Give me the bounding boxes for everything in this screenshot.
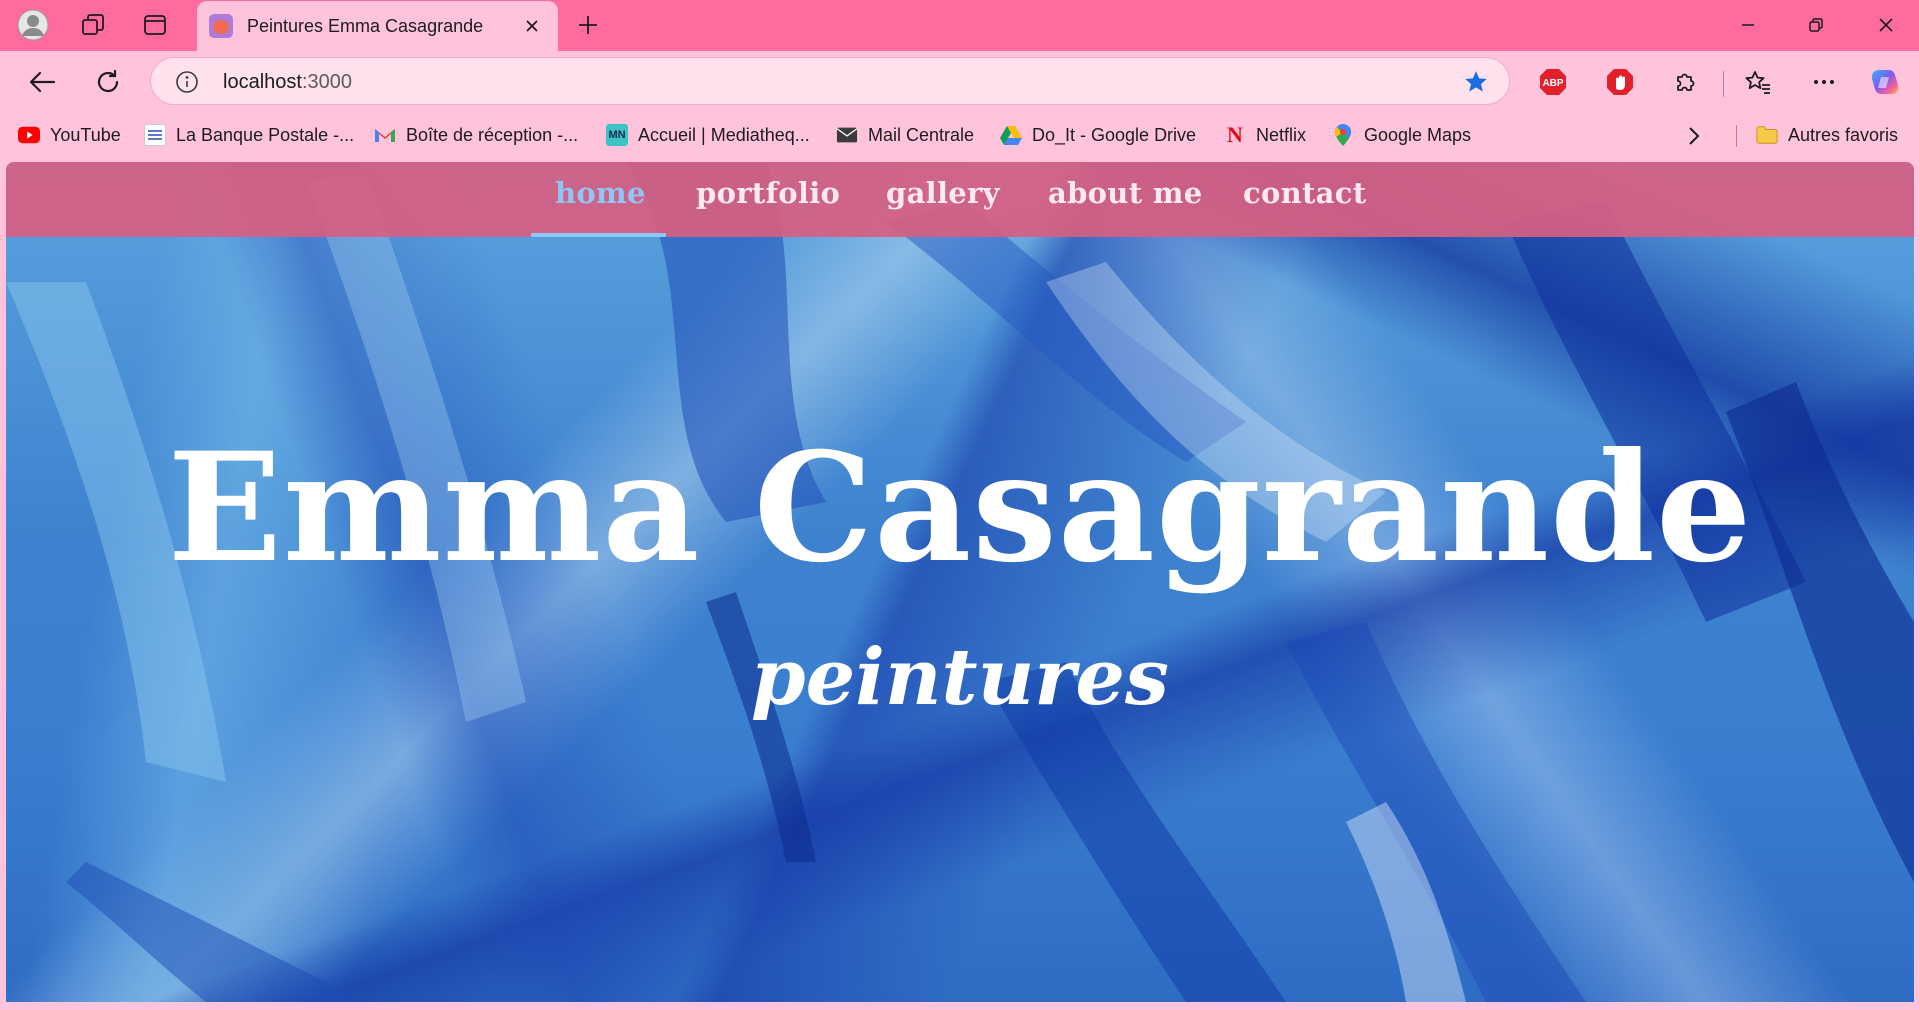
bookmark-mail-centrale[interactable]: Mail Centrale (836, 121, 974, 149)
vertical-tabs-icon[interactable] (138, 8, 172, 42)
la-banque-postale-icon (144, 124, 166, 146)
stop-extension-icon[interactable] (1603, 65, 1637, 99)
bookmark-youtube[interactable]: YouTube (18, 121, 121, 149)
url-port: :3000 (301, 71, 352, 93)
bookmark-netflix[interactable]: N Netflix (1224, 121, 1306, 149)
window-bottom-border (0, 1002, 1919, 1010)
gmail-icon (374, 124, 396, 146)
active-nav-indicator (531, 233, 666, 237)
profile-avatar-icon[interactable] (16, 8, 50, 42)
nav-link-contact[interactable]: contact (1243, 176, 1366, 210)
nav-link-about-me[interactable]: about me (1048, 176, 1203, 210)
bookmarks-divider (1736, 125, 1737, 147)
bookmark-other-favorites[interactable]: Autres favoris (1756, 121, 1898, 149)
tab-active[interactable]: Peintures Emma Casagrande (197, 1, 558, 51)
site-navigation: home portfolio gallery about me contact (6, 162, 1914, 237)
extensions-puzzle-icon[interactable] (1669, 65, 1703, 99)
nav-link-home[interactable]: home (555, 176, 646, 210)
toolbar-divider (1723, 71, 1724, 97)
bookmark-label: Netflix (1256, 124, 1307, 145)
bookmark-label: La Banque Postale -... (176, 124, 355, 145)
bookmark-label: Mail Centrale (868, 124, 975, 145)
url-host: localhost (223, 71, 302, 93)
bookmark-label: YouTube (50, 124, 121, 145)
page-viewport: home portfolio gallery about me contact … (6, 162, 1914, 1002)
google-maps-icon (1332, 124, 1354, 146)
bookmark-google-maps[interactable]: Google Maps (1332, 121, 1471, 149)
hero-subtitle: peintures (751, 632, 1169, 723)
new-tab-icon[interactable] (571, 8, 605, 42)
workspaces-icon[interactable] (76, 8, 110, 42)
browser-title-bar: Peintures Emma Casagrande (0, 0, 1919, 51)
site-info-icon[interactable] (175, 70, 199, 94)
tab-close-icon[interactable] (518, 12, 546, 40)
address-bar[interactable]: localhost:3000 (150, 57, 1510, 105)
bookmark-mediatheque[interactable]: MN Accueil | Mediatheq... (606, 121, 810, 149)
site-favicon-icon (209, 14, 233, 38)
more-options-icon[interactable] (1807, 65, 1841, 99)
back-arrow-icon[interactable] (22, 63, 62, 101)
browser-toolbar: localhost:3000 ABP (0, 51, 1919, 113)
url-text: localhost:3000 (223, 71, 352, 94)
chevron-right-icon[interactable] (1682, 124, 1706, 148)
copilot-icon[interactable] (1868, 65, 1902, 99)
nav-link-gallery[interactable]: gallery (886, 176, 1000, 210)
minimize-icon[interactable] (1726, 7, 1770, 43)
google-drive-icon (1000, 124, 1022, 146)
bookmark-label: Boîte de réception -... (406, 124, 579, 145)
folder-icon (1756, 124, 1778, 146)
favorite-star-icon[interactable] (1463, 69, 1489, 95)
bookmark-google-drive[interactable]: Do_It - Google Drive (1000, 121, 1196, 149)
nav-link-portfolio[interactable]: portfolio (696, 176, 840, 210)
favorites-icon[interactable] (1741, 65, 1775, 99)
refresh-icon[interactable] (88, 63, 128, 101)
netflix-icon: N (1227, 122, 1243, 147)
bookmark-label: Autres favoris (1788, 124, 1899, 145)
bookmarks-bar: YouTube La Banque Postale -... Boîte de … (0, 113, 1919, 158)
adblock-plus-icon[interactable]: ABP (1536, 65, 1570, 99)
mediatheque-icon: MN (606, 124, 628, 146)
youtube-icon (18, 124, 40, 146)
close-window-icon[interactable] (1864, 7, 1908, 43)
mail-icon (836, 124, 858, 146)
adblock-plus-label: ABP (1542, 78, 1563, 89)
bookmark-label: Do_It - Google Drive (1032, 124, 1197, 145)
bookmark-gmail[interactable]: Boîte de réception -... (374, 121, 578, 149)
bookmark-label: Accueil | Mediatheq... (638, 124, 810, 145)
restore-icon[interactable] (1794, 7, 1838, 43)
bookmark-label: Google Maps (1364, 124, 1472, 145)
bookmark-la-banque-postale[interactable]: La Banque Postale -... (144, 121, 354, 149)
tab-title: Peintures Emma Casagrande (247, 15, 484, 36)
hero-title: Emma Casagrande (167, 420, 1753, 596)
